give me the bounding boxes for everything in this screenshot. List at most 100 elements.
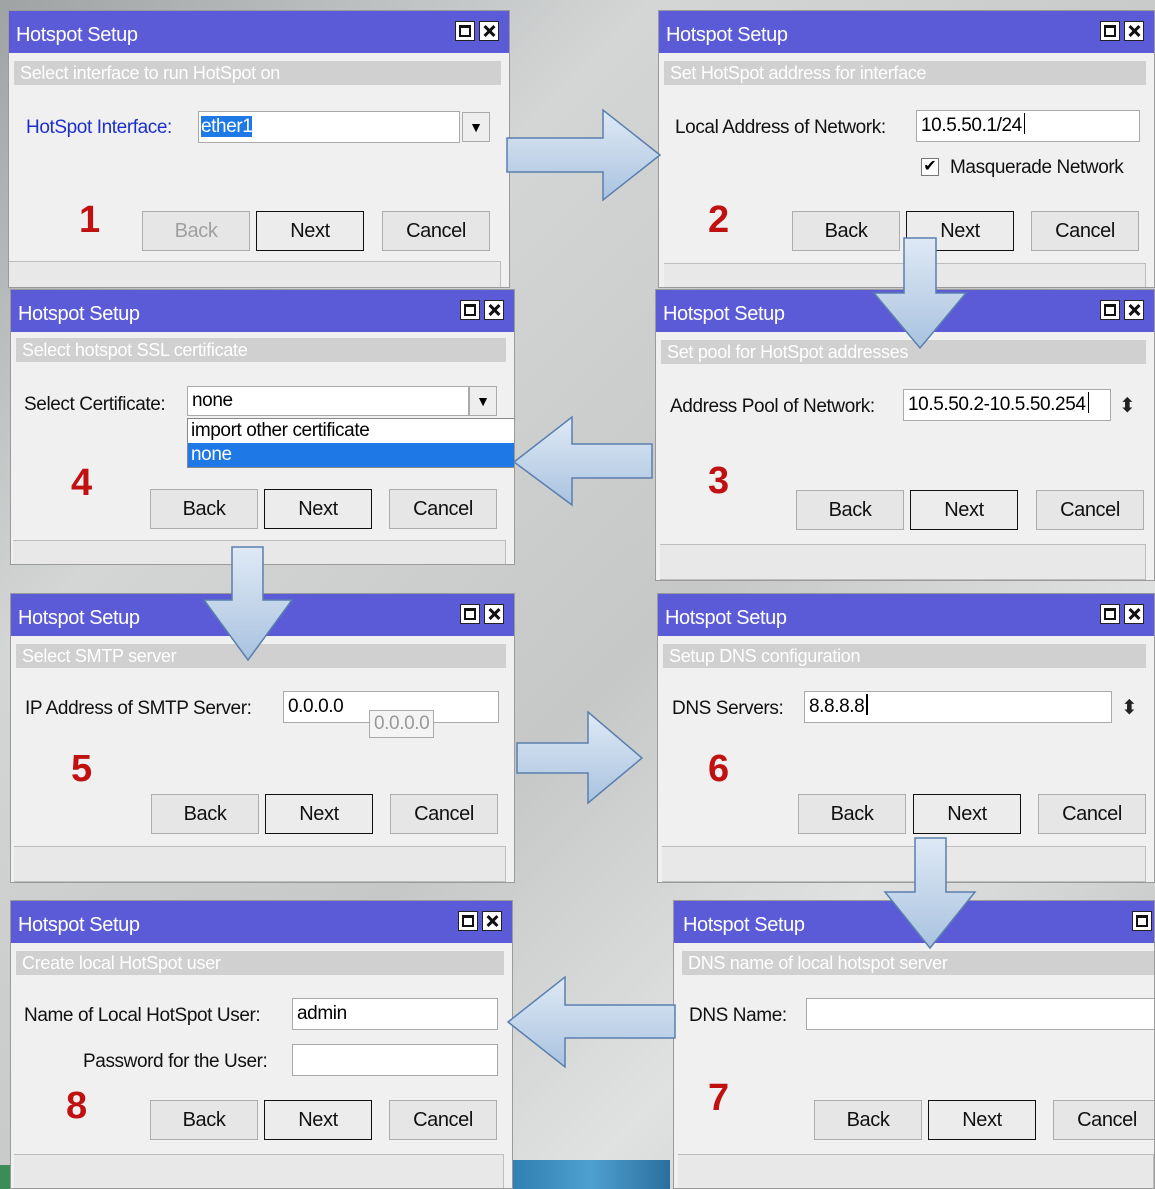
value-tooltip: 0.0.0.0 xyxy=(369,710,435,738)
close-icon[interactable] xyxy=(1124,604,1144,624)
title-bar[interactable]: Hotspot Setup xyxy=(658,594,1154,636)
cancel-button[interactable]: Cancel xyxy=(389,489,497,529)
step-number: 4 xyxy=(71,462,93,504)
address-pool-input[interactable]: 10.5.50.2-10.5.50.254 xyxy=(903,389,1111,421)
maximize-icon[interactable] xyxy=(1132,911,1152,931)
back-button[interactable]: Back xyxy=(150,489,258,529)
dropdown-arrow-icon[interactable]: ▼ xyxy=(462,112,490,142)
step-banner: Set HotSpot address for interface xyxy=(664,61,1146,85)
cancel-button[interactable]: Cancel xyxy=(1031,211,1139,251)
local-user-name-input[interactable]: admin xyxy=(292,998,498,1030)
certificate-value: none xyxy=(192,390,233,411)
hotspot-setup-window-step-4: Hotspot Setup Select hotspot SSL certifi… xyxy=(10,289,515,565)
maximize-icon[interactable] xyxy=(455,21,475,41)
back-button[interactable]: Back xyxy=(792,211,900,251)
password-input[interactable] xyxy=(292,1044,498,1076)
step-number: 1 xyxy=(79,199,101,241)
title-bar[interactable]: Hotspot Setup xyxy=(656,290,1154,332)
maximize-icon[interactable] xyxy=(458,911,478,931)
status-bar xyxy=(14,1154,504,1188)
next-button[interactable]: Next xyxy=(910,490,1018,530)
title-bar[interactable]: Hotspot Setup xyxy=(9,11,509,53)
password-label: Password for the User: xyxy=(83,1051,268,1072)
title-bar[interactable]: Hotspot Setup xyxy=(11,901,512,943)
text-caret xyxy=(1087,392,1090,413)
dns-servers-input[interactable]: 8.8.8.8 xyxy=(804,691,1112,723)
address-pool-value: 10.5.50.2-10.5.50.254 xyxy=(908,394,1086,415)
next-button[interactable]: Next xyxy=(928,1100,1036,1140)
back-button[interactable]: Back xyxy=(151,794,259,834)
next-button[interactable]: Next xyxy=(265,794,373,834)
back-button[interactable]: Back xyxy=(798,794,906,834)
back-button[interactable]: Back xyxy=(150,1100,258,1140)
hotspot-setup-window-step-1: Hotspot Setup Select interface to run Ho… xyxy=(8,10,510,288)
next-button[interactable]: Next xyxy=(264,489,372,529)
dns-name-input[interactable] xyxy=(806,998,1154,1030)
dropdown-option[interactable]: import other certificate xyxy=(188,419,514,443)
title-bar[interactable]: Hotspot Setup xyxy=(11,594,514,636)
close-icon[interactable] xyxy=(484,604,504,624)
dns-servers-value: 8.8.8.8 xyxy=(809,696,865,717)
text-caret xyxy=(866,694,868,715)
hotspot-interface-select[interactable]: ether1 xyxy=(198,111,460,143)
local-address-input[interactable]: 10.5.50.1/24 xyxy=(916,110,1140,142)
title-bar[interactable]: Hotspot Setup xyxy=(674,901,1154,943)
back-button[interactable]: Back xyxy=(814,1100,922,1140)
step-number: 3 xyxy=(708,460,730,502)
close-icon[interactable] xyxy=(1124,300,1144,320)
status-bar xyxy=(662,846,1146,882)
cancel-button[interactable]: Cancel xyxy=(1053,1100,1154,1140)
next-button[interactable]: Next xyxy=(906,211,1014,251)
maximize-icon[interactable] xyxy=(1100,604,1120,624)
close-icon[interactable] xyxy=(1124,21,1144,41)
masquerade-label: Masquerade Network xyxy=(950,157,1124,178)
window-title: Hotspot Setup xyxy=(666,24,788,46)
next-button[interactable]: Next xyxy=(264,1100,372,1140)
next-button[interactable]: Next xyxy=(913,794,1021,834)
address-pool-label: Address Pool of Network: xyxy=(670,396,875,417)
window-title: Hotspot Setup xyxy=(16,24,138,46)
close-icon[interactable] xyxy=(479,21,499,41)
step-banner: Set pool for HotSpot addresses xyxy=(661,340,1146,364)
arrow-right-icon xyxy=(506,108,662,202)
maximize-icon[interactable] xyxy=(1100,300,1120,320)
dropdown-option[interactable]: none xyxy=(188,443,514,467)
cancel-button[interactable]: Cancel xyxy=(382,211,490,251)
spinner-icon[interactable]: ⬍ xyxy=(1121,698,1138,718)
arrow-right-icon xyxy=(516,710,644,805)
step-number: 2 xyxy=(708,199,730,241)
select-certificate-label: Select Certificate: xyxy=(24,394,166,415)
arrow-left-icon xyxy=(512,415,653,507)
hotspot-setup-window-step-5: Hotspot Setup Select SMTP server IP Addr… xyxy=(10,593,515,883)
cancel-button[interactable]: Cancel xyxy=(1038,794,1146,834)
back-button[interactable]: Back xyxy=(796,490,904,530)
cancel-button[interactable]: Cancel xyxy=(390,794,498,834)
next-button[interactable]: Next xyxy=(256,211,364,251)
step-number: 8 xyxy=(66,1085,88,1127)
text-caret xyxy=(1023,113,1026,134)
title-bar[interactable]: Hotspot Setup xyxy=(11,290,514,332)
spinner-icon[interactable]: ⬍ xyxy=(1119,396,1136,416)
dropdown-arrow-icon[interactable]: ▼ xyxy=(469,386,497,416)
window-title: Hotspot Setup xyxy=(18,914,140,936)
title-bar[interactable]: Hotspot Setup xyxy=(659,11,1154,53)
close-icon[interactable] xyxy=(484,300,504,320)
cancel-button[interactable]: Cancel xyxy=(389,1100,497,1140)
arrow-left-icon xyxy=(506,975,676,1069)
maximize-icon[interactable] xyxy=(460,604,480,624)
status-bar xyxy=(660,544,1146,580)
maximize-icon[interactable] xyxy=(1100,21,1120,41)
cancel-button[interactable]: Cancel xyxy=(1036,490,1144,530)
back-button[interactable]: Back xyxy=(142,211,250,251)
certificate-select[interactable]: none xyxy=(187,386,469,416)
close-icon[interactable] xyxy=(482,911,502,931)
hotspot-setup-window-step-7: Hotspot Setup DNS name of local hotspot … xyxy=(673,900,1155,1189)
smtp-server-value: 0.0.0.0 xyxy=(288,696,344,717)
maximize-icon[interactable] xyxy=(460,300,480,320)
step-banner: Select hotspot SSL certificate xyxy=(16,338,506,362)
certificate-dropdown-list: import other certificate none xyxy=(187,418,514,468)
local-address-label: Local Address of Network: xyxy=(675,117,886,138)
status-bar xyxy=(9,261,501,287)
status-bar xyxy=(678,1154,1154,1188)
masquerade-checkbox[interactable]: ✔ xyxy=(921,158,939,176)
